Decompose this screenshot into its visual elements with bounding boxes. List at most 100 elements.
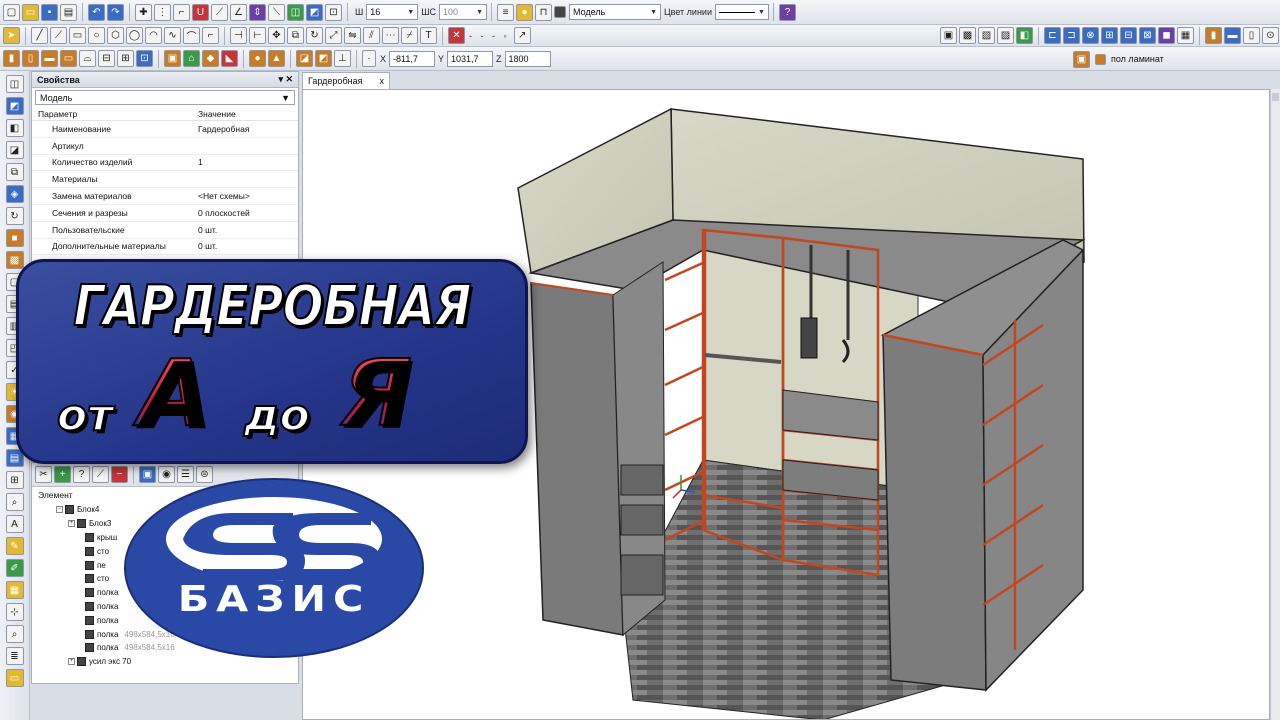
material-indicator[interactable]: ▣ пол ламинат: [1072, 50, 1164, 68]
hexagon-icon[interactable]: ⬡: [107, 27, 124, 44]
mirror-icon[interactable]: ⇋: [344, 27, 361, 44]
find-icon[interactable]: ⌕: [5, 493, 24, 511]
hardware-icon[interactable]: ⊙: [1262, 27, 1279, 44]
coordinate-mode-icon[interactable]: ·: [362, 50, 376, 67]
property-row[interactable]: Пользовательские 0 шт.: [32, 222, 298, 239]
vertical-panel-icon[interactable]: ▯: [22, 50, 39, 67]
magnet-icon[interactable]: U: [192, 3, 209, 21]
accessory-icon[interactable]: ⊥: [334, 50, 351, 67]
line-tool-icon[interactable]: ⟋: [211, 3, 228, 21]
folder-icon[interactable]: ▭: [5, 669, 24, 687]
material-icon[interactable]: ◼: [1158, 27, 1175, 44]
property-value[interactable]: Гардеробная: [192, 124, 298, 134]
segment-icon[interactable]: ╱: [31, 27, 48, 44]
layer-select[interactable]: Модель ▼: [569, 4, 661, 20]
help-icon[interactable]: ?: [778, 3, 796, 21]
edit-icon[interactable]: ✐: [5, 559, 24, 577]
offset-icon[interactable]: ⫽: [363, 27, 380, 44]
assembly-icon[interactable]: ◩: [315, 50, 332, 67]
angle-tool-icon[interactable]: ∠: [230, 3, 247, 21]
facade-icon[interactable]: ▯: [1243, 27, 1260, 44]
break-icon[interactable]: ⌿: [401, 27, 418, 44]
tab-gardrobnaya[interactable]: Гардеробная x: [302, 72, 390, 89]
panel-tool-icon[interactable]: ▮: [3, 50, 20, 67]
object-type-select[interactable]: Модель ▼: [35, 90, 295, 105]
trim-icon[interactable]: ⊢: [249, 27, 266, 44]
expander-icon[interactable]: +: [68, 658, 75, 666]
viewport-scrollbar[interactable]: [1270, 89, 1280, 720]
layer-stack-icon[interactable]: ≡: [497, 3, 514, 21]
zoom-icon[interactable]: ⌕: [5, 625, 24, 643]
frontal-panel-icon[interactable]: ▭: [60, 50, 77, 67]
distance-icon[interactable]: ⊹: [5, 603, 24, 621]
edge-delete-icon[interactable]: ⊠: [1139, 27, 1156, 44]
property-value[interactable]: 0 шт.: [192, 241, 298, 251]
view-side-icon[interactable]: ◧: [5, 119, 24, 137]
scale-icon[interactable]: ⤢: [325, 27, 342, 44]
orbit-icon[interactable]: ↻: [5, 207, 24, 225]
view-front-icon[interactable]: ◫: [5, 75, 24, 93]
width-field[interactable]: 16 ▼: [366, 4, 419, 20]
expander-icon[interactable]: +: [68, 520, 75, 528]
property-value[interactable]: 0 плоскостей: [192, 208, 298, 218]
profile-icon[interactable]: ⌓: [79, 50, 96, 67]
edge-add-icon[interactable]: ⊞: [1101, 27, 1118, 44]
line-style-select[interactable]: ▼: [714, 4, 769, 20]
chamfer-icon[interactable]: ⌐: [202, 27, 219, 44]
property-row[interactable]: Замена материалов <Нет схемы>: [32, 188, 298, 205]
arch-icon[interactable]: ⌂: [183, 50, 200, 67]
tree-scissors-icon[interactable]: ✂: [35, 466, 52, 483]
panel-left-icon[interactable]: ⊏: [1044, 27, 1061, 44]
split-panel-icon[interactable]: ⊟: [98, 50, 115, 67]
property-value[interactable]: <Нет схемы>: [192, 191, 298, 201]
tree-add-icon[interactable]: +: [54, 466, 71, 483]
view-3d-icon[interactable]: ⧉: [5, 163, 24, 181]
array-icon[interactable]: ⋯: [382, 27, 399, 44]
cad-cdf-icon[interactable]: ▨: [997, 27, 1014, 44]
circle-icon[interactable]: ○: [88, 27, 105, 44]
property-row[interactable]: Наименование Гардеробная: [32, 121, 298, 138]
divide-icon[interactable]: ⊞: [117, 50, 134, 67]
property-value[interactable]: 0 шт.: [192, 225, 298, 235]
copy-icon[interactable]: ⧉: [287, 27, 304, 44]
dimension-icon[interactable]: ⇕: [249, 3, 266, 21]
render-texture-icon[interactable]: ▩: [5, 251, 24, 269]
tree-help-icon[interactable]: ?: [73, 466, 90, 483]
sphere-icon[interactable]: ●: [249, 50, 266, 67]
polyline-icon[interactable]: ⟋: [50, 27, 67, 44]
rectangle-icon[interactable]: ▭: [69, 27, 86, 44]
hs-field[interactable]: 100 ▼: [439, 4, 487, 20]
cabinet-icon[interactable]: ▮: [1205, 27, 1222, 44]
view-persp-icon[interactable]: ◈: [5, 185, 24, 203]
cut-icon[interactable]: ◣: [221, 50, 238, 67]
extend-icon[interactable]: ⊣: [230, 27, 247, 44]
scrollbar-thumb[interactable]: [1272, 93, 1279, 101]
text-tool-icon[interactable]: T: [420, 27, 437, 44]
x-coordinate-field[interactable]: -811,7: [389, 50, 436, 67]
view-top-icon[interactable]: ◩: [5, 97, 24, 115]
zoom-extents-icon[interactable]: ⊡: [325, 3, 342, 21]
z-coordinate-field[interactable]: 1800: [504, 50, 551, 67]
undo-icon[interactable]: ↶: [88, 3, 105, 21]
cone-icon[interactable]: ▲: [268, 50, 285, 67]
tree-link-icon[interactable]: ⟋: [92, 466, 109, 483]
color-swatch-icon[interactable]: [554, 6, 566, 18]
lightbulb-icon[interactable]: ●: [516, 3, 533, 21]
panel-right-icon[interactable]: ⊐: [1063, 27, 1080, 44]
ortho-icon[interactable]: ⌐: [173, 3, 190, 21]
y-coordinate-field[interactable]: 1031,7: [447, 50, 494, 67]
spline-icon[interactable]: ∿: [164, 27, 181, 44]
measure-icon[interactable]: ⟍: [268, 3, 285, 21]
extrude-icon[interactable]: ◆: [202, 50, 219, 67]
edge-remove-icon[interactable]: ⊟: [1120, 27, 1137, 44]
move-icon[interactable]: ✥: [268, 27, 285, 44]
box-icon[interactable]: ▣: [164, 50, 181, 67]
open-folder-icon[interactable]: ▭: [22, 3, 39, 21]
property-row[interactable]: Материалы: [32, 171, 298, 189]
property-value[interactable]: 1: [192, 157, 298, 167]
panel-close-icon[interactable]: ▾ ✕: [278, 74, 293, 85]
tree-icon[interactable]: ⊞: [5, 471, 24, 489]
grid-icon[interactable]: ⋮: [154, 3, 171, 21]
view-settings-icon[interactable]: ▣: [940, 27, 957, 44]
label-icon[interactable]: A: [5, 515, 24, 533]
